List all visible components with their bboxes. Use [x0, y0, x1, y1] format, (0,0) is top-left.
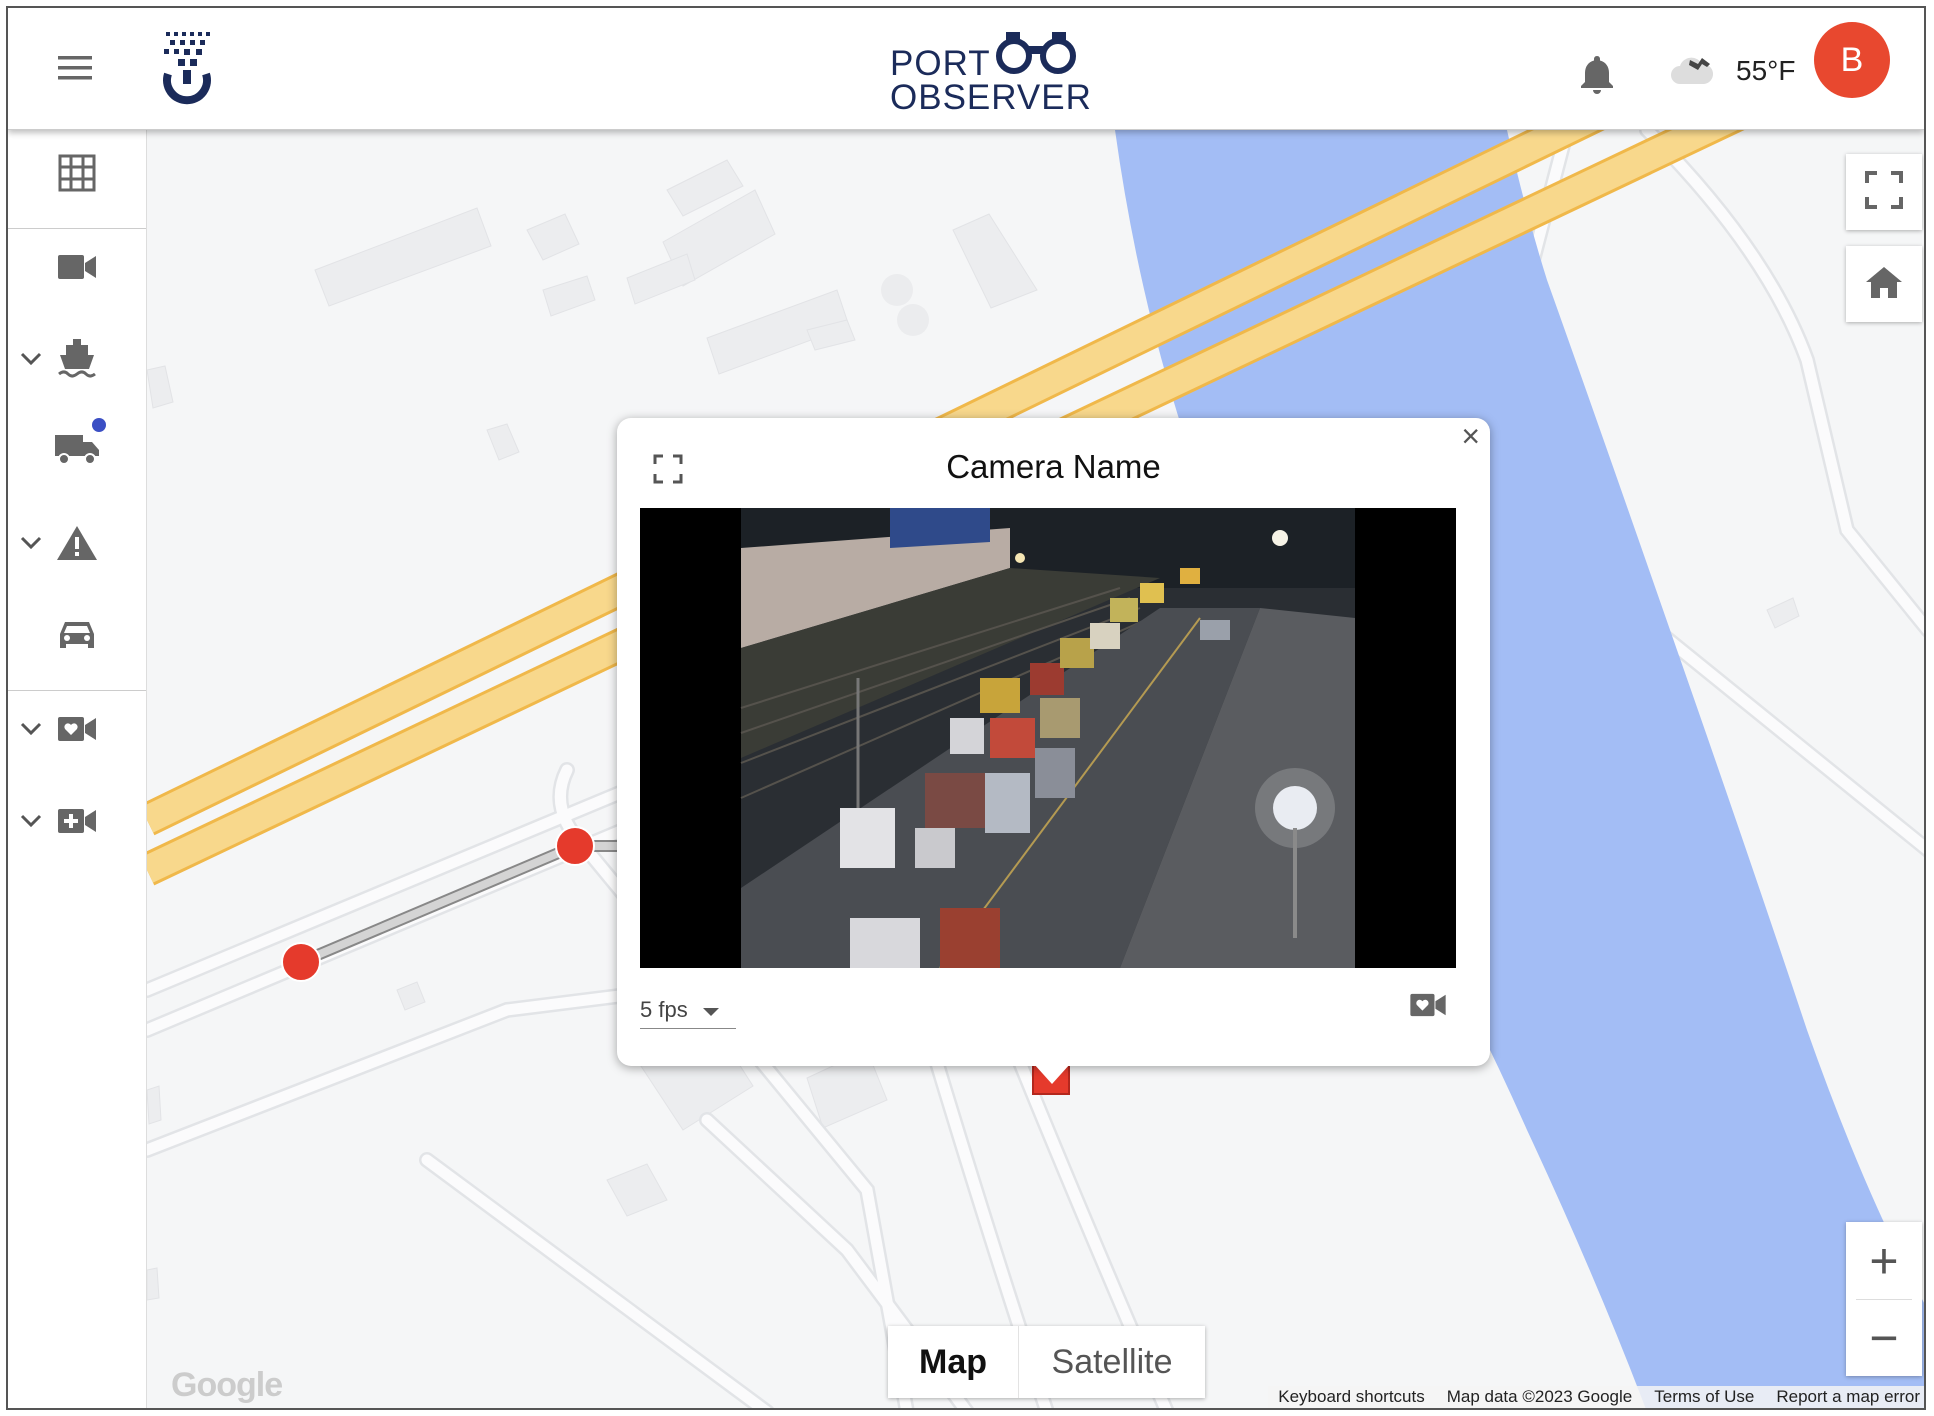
hamburger-menu-icon[interactable] [56, 52, 96, 84]
sidebar-item-cameras[interactable] [8, 234, 146, 304]
bell-icon[interactable] [1580, 54, 1614, 99]
chevron-down-icon[interactable] [20, 536, 42, 555]
camera-popup: × Camera Name 5 fps [617, 418, 1490, 1084]
sidebar-item-favorite-cameras[interactable] [8, 696, 146, 766]
popup-tail [1034, 1064, 1070, 1084]
popup-title: Camera Name [946, 448, 1161, 485]
keyboard-shortcuts-link[interactable]: Keyboard shortcuts [1278, 1387, 1424, 1407]
company-logo-icon[interactable] [154, 28, 218, 114]
warning-icon [56, 524, 98, 567]
favorite-camera-icon [57, 715, 97, 748]
brand-logo: PORT OBSERVER [888, 26, 1091, 117]
sidebar-divider [8, 228, 146, 229]
sidebar-divider [8, 690, 146, 691]
chevron-down-icon[interactable] [20, 722, 42, 741]
report-map-error-link[interactable]: Report a map error [1776, 1387, 1920, 1407]
sidebar-item-vehicles[interactable] [8, 602, 146, 672]
caret-down-icon [702, 997, 720, 1023]
truck-icon [54, 417, 106, 471]
notification-badge [92, 417, 106, 432]
car-icon [57, 618, 97, 657]
add-camera-icon [57, 807, 97, 840]
map-home-button[interactable] [1846, 246, 1922, 322]
map-type-satellite-button[interactable]: Satellite [1019, 1326, 1205, 1398]
camera-marker[interactable] [555, 826, 595, 866]
top-bar: PORT OBSERVER 55°F B [8, 8, 1924, 130]
avatar[interactable]: B [1814, 22, 1890, 98]
map-fullscreen-button[interactable] [1846, 154, 1922, 230]
chevron-down-icon[interactable] [20, 814, 42, 833]
popup-favorite-button[interactable] [1409, 992, 1447, 1023]
zoom-control: + − [1846, 1222, 1922, 1376]
zoom-in-button[interactable]: + [1846, 1223, 1922, 1299]
map-attribution: Keyboard shortcuts Map data ©2023 Google… [1268, 1386, 1924, 1408]
sidebar [8, 130, 147, 1408]
cloud-icon [1668, 54, 1716, 93]
avatar-initial: B [1840, 40, 1864, 79]
terms-link[interactable]: Terms of Use [1654, 1387, 1754, 1407]
map-type-map-button[interactable]: Map [888, 1326, 1019, 1398]
sidebar-item-grid[interactable] [8, 140, 146, 210]
google-logo: Google [171, 1366, 283, 1404]
app-window: PORT OBSERVER 55°F B Google + − Map Sate… [6, 6, 1926, 1410]
camera-video-feed[interactable] [640, 508, 1456, 968]
ship-icon [57, 337, 97, 386]
map-type-control: Map Satellite [888, 1326, 1205, 1398]
temperature-readout: 55°F [1736, 55, 1796, 86]
sidebar-item-add-camera[interactable] [8, 788, 146, 858]
home-icon [1865, 265, 1903, 304]
sidebar-item-alerts[interactable] [8, 510, 146, 580]
sidebar-item-trucks[interactable] [8, 416, 146, 486]
camera-marker[interactable] [281, 942, 321, 982]
fps-value: 5 fps [640, 997, 688, 1022]
camera-icon [57, 253, 97, 286]
fullscreen-icon [1865, 170, 1903, 214]
grid-icon [58, 154, 96, 197]
zoom-out-button[interactable]: − [1846, 1300, 1922, 1376]
video-frame [640, 508, 1456, 968]
map-data-text: Map data ©2023 Google [1446, 1387, 1633, 1406]
binoculars-icon [994, 30, 1078, 81]
brand-line-2: OBSERVER [890, 78, 1092, 117]
favorite-camera-icon [1409, 993, 1447, 1022]
fps-selector[interactable]: 5 fps [640, 992, 736, 1029]
chevron-down-icon[interactable] [20, 352, 42, 371]
sidebar-item-vessels[interactable] [8, 326, 146, 396]
